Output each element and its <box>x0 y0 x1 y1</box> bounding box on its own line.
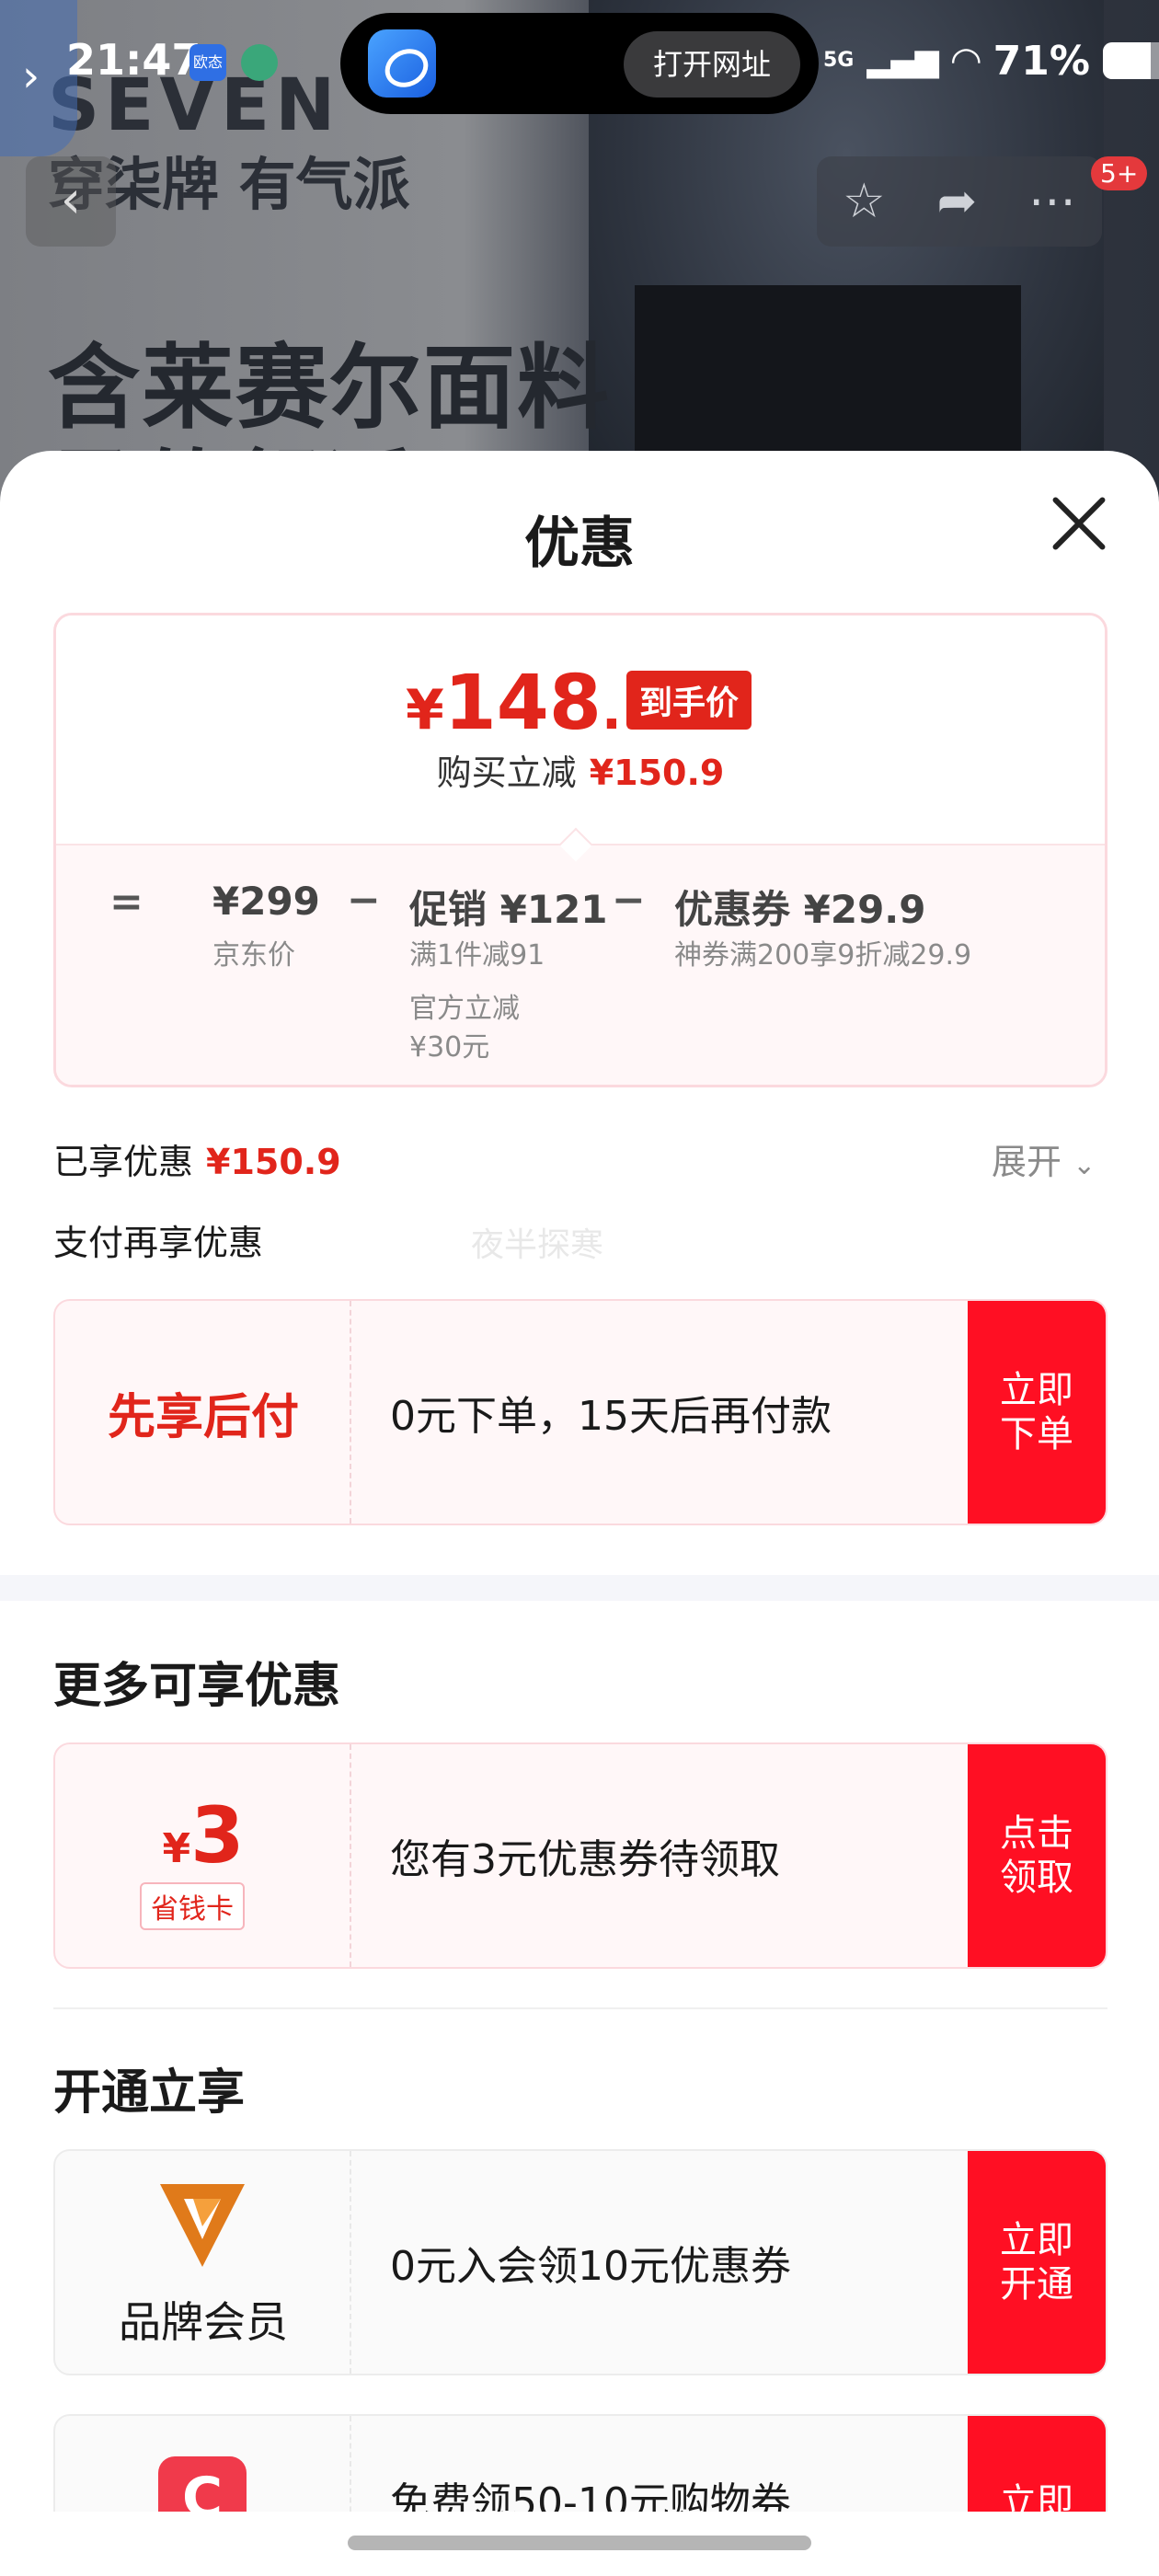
signal-icon: ▂▄▆ <box>866 42 939 79</box>
status-bar: › 21:47 欧态 打开网址 5G ▂▄▆ ◠ 71% <box>0 0 1159 156</box>
minus-sign: − <box>347 877 381 924</box>
jd-price: ¥299 <box>212 879 320 924</box>
open-membership-title: 开通立享 <box>53 2065 246 2121</box>
expand-button[interactable]: 展开 ⌄ <box>992 1133 1096 1184</box>
claim-coupon-button[interactable]: 点击领取 <box>968 1744 1106 1967</box>
enjoyed-discount: 已享优惠 ¥150.9 <box>53 1142 341 1182</box>
dynamic-island[interactable]: 打开网址 <box>340 13 819 114</box>
promo-official-label: 官方立减 <box>409 993 520 1025</box>
battery-percent: 71% <box>993 37 1090 85</box>
chevron-down-icon: ⌄ <box>1073 1149 1096 1181</box>
chevron-right-icon: › <box>22 51 40 102</box>
bnpl-description: 0元下单，15天后再付款 <box>390 1393 832 1440</box>
minus-sign: − <box>612 877 646 924</box>
home-indicator[interactable] <box>348 2536 811 2550</box>
bnpl-offer-card[interactable]: 先享后付 0元下单，15天后再付款 立即下单 <box>53 1299 1107 1525</box>
share-icon[interactable]: ➦ <box>937 174 978 229</box>
order-now-button[interactable]: 立即下单 <box>968 1301 1106 1524</box>
message-count-badge: 5+ <box>1091 156 1148 190</box>
section-divider <box>0 1575 1159 1601</box>
favorite-star-icon[interactable]: ☆ <box>843 174 886 229</box>
sheet-title: 优惠 <box>524 512 635 576</box>
promo-amount: 促销 ¥121 <box>409 887 608 932</box>
browser-app-icon[interactable] <box>368 29 436 98</box>
coupon-amount: ¥3 <box>162 1790 245 1880</box>
app-notification-icon: 欧态 <box>189 44 226 81</box>
open-url-button[interactable]: 打开网址 <box>624 31 800 98</box>
promo-detail: 满1件减91 <box>409 939 545 972</box>
brand-member-label: 品牌会员 <box>119 2297 288 2347</box>
price-breakdown-card: ¥ 148 .1 到手价 购买立减¥150.9 = ¥299 京东价 − 促销 … <box>53 613 1107 1087</box>
more-discounts-title: 更多可享优惠 <box>53 1659 341 1714</box>
back-button[interactable]: ‹ <box>26 156 116 247</box>
more-icon[interactable]: ⋯ <box>1028 174 1076 229</box>
bnpl-name: 先享后付 <box>107 1389 299 1445</box>
wifi-icon: ◠ <box>951 40 981 82</box>
promo-official-value: ¥30元 <box>409 1031 490 1064</box>
saving-card-description: 您有3元优惠券待领取 <box>390 1836 780 1883</box>
status-indicators: 5G ▂▄▆ ◠ 71% <box>823 33 1159 88</box>
final-price: ¥ 148 .1 <box>406 660 659 747</box>
brand-member-description: 0元入会领10元优惠券 <box>390 2243 791 2290</box>
equals-sign: = <box>109 879 143 926</box>
final-price-tag: 到手价 <box>626 671 752 730</box>
status-time: 21:47 <box>66 35 201 85</box>
network-type: 5G <box>823 49 855 72</box>
saving-card-label: 省钱卡 <box>140 1882 245 1930</box>
coupon-amount: 优惠券 ¥29.9 <box>674 887 926 932</box>
watermark: 夜半探寒 <box>471 1226 604 1264</box>
join-now-button[interactable]: 立即开通 <box>968 2151 1106 2374</box>
brand-member-v-icon <box>160 2184 245 2267</box>
top-action-bar: ☆ ➦ ⋯ <box>817 156 1102 247</box>
discount-sheet: 优惠 ¥ 148 .1 到手价 购买立减¥150.9 = ¥299 京东价 − … <box>0 451 1159 2576</box>
instant-reduction: 购买立减 ¥150.9 <box>436 753 725 793</box>
brand-member-offer[interactable]: 品牌会员 0元入会领10元优惠券 立即开通 <box>53 2149 1107 2375</box>
divider-line <box>53 2007 1107 2009</box>
close-button[interactable] <box>1047 491 1111 556</box>
jd-price-label: 京东价 <box>212 939 295 972</box>
pay-more-label: 支付再享优惠 <box>53 1223 264 1263</box>
saving-card-offer[interactable]: ¥3 省钱卡 您有3元优惠券待领取 点击领取 <box>53 1742 1107 1969</box>
avatar-notification-icon <box>241 44 278 81</box>
price-formula: = ¥299 京东价 − 促销 ¥121 满1件减91 官方立减 ¥30元 − … <box>56 877 1105 1085</box>
coupon-detail: 神券满200享9折减29.9 <box>674 939 972 972</box>
battery-icon <box>1102 42 1159 79</box>
